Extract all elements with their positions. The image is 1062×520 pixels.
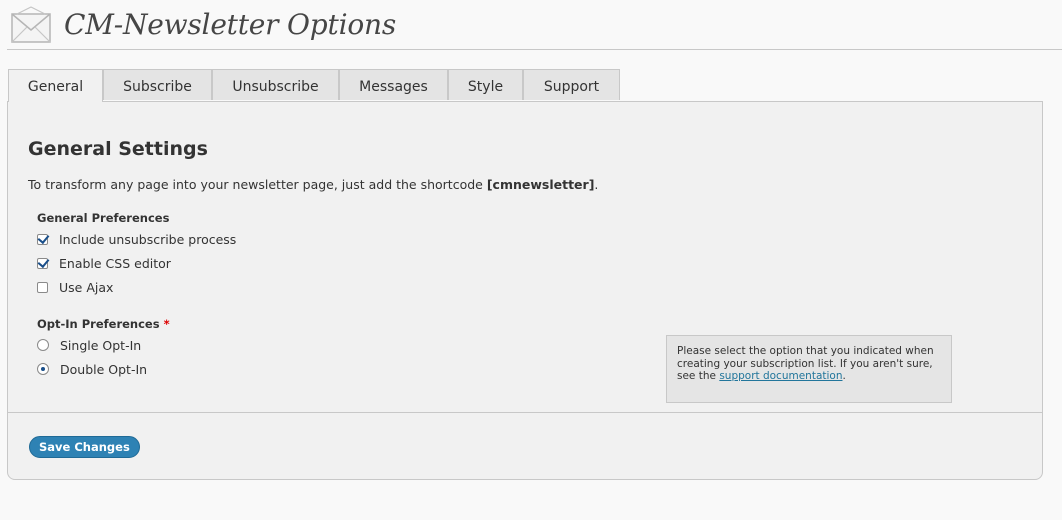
page-title: CM-Newsletter Options	[64, 8, 396, 41]
double-optin-radio[interactable]	[37, 363, 49, 375]
settings-panel: General Settings To transform any page i…	[7, 101, 1043, 480]
include-unsubscribe-checkbox[interactable]	[37, 233, 48, 245]
option-use-ajax[interactable]: Use Ajax	[37, 279, 113, 295]
tab-subscribe[interactable]: Subscribe	[103, 69, 212, 100]
page-header: CM-Newsletter Options	[7, 0, 1062, 50]
option-label: Enable CSS editor	[59, 255, 171, 271]
help-text-end: .	[842, 370, 846, 382]
shortcode-text: [cmnewsletter]	[486, 177, 595, 192]
option-single-optin[interactable]: Single Opt-In	[37, 337, 141, 353]
option-label: Include unsubscribe process	[59, 231, 237, 247]
option-label: Use Ajax	[59, 279, 114, 295]
option-enable-css-editor[interactable]: Enable CSS editor	[37, 255, 171, 271]
required-marker: *	[163, 317, 170, 331]
option-double-optin[interactable]: Double Opt-In	[37, 361, 147, 377]
tab-style[interactable]: Style	[448, 69, 523, 100]
single-optin-radio[interactable]	[37, 339, 49, 351]
option-label: Single Opt-In	[60, 337, 142, 353]
enable-css-editor-checkbox[interactable]	[37, 257, 48, 269]
optin-label-text: Opt-In Preferences	[37, 317, 160, 331]
tab-support[interactable]: Support	[523, 69, 620, 100]
use-ajax-checkbox[interactable]	[37, 281, 48, 293]
general-preferences-label: General Preferences	[37, 211, 170, 225]
intro-text: To transform any page into your newslett…	[28, 177, 598, 192]
intro-text-end: .	[594, 177, 599, 192]
envelope-icon	[11, 6, 51, 43]
tab-unsubscribe[interactable]: Unsubscribe	[212, 69, 339, 100]
option-include-unsubscribe[interactable]: Include unsubscribe process	[37, 231, 236, 247]
section-title: General Settings	[28, 138, 208, 160]
tab-general[interactable]: General	[8, 69, 103, 102]
save-changes-button[interactable]: Save Changes	[29, 436, 140, 458]
optin-help-box: Please select the option that you indica…	[666, 335, 952, 403]
intro-text-main: To transform any page into your newslett…	[28, 177, 487, 192]
divider	[8, 412, 1042, 413]
tab-messages[interactable]: Messages	[339, 69, 448, 100]
optin-preferences-label: Opt-In Preferences *	[37, 317, 170, 331]
option-label: Double Opt-In	[60, 361, 148, 377]
support-documentation-link[interactable]: support documentation	[719, 370, 842, 382]
